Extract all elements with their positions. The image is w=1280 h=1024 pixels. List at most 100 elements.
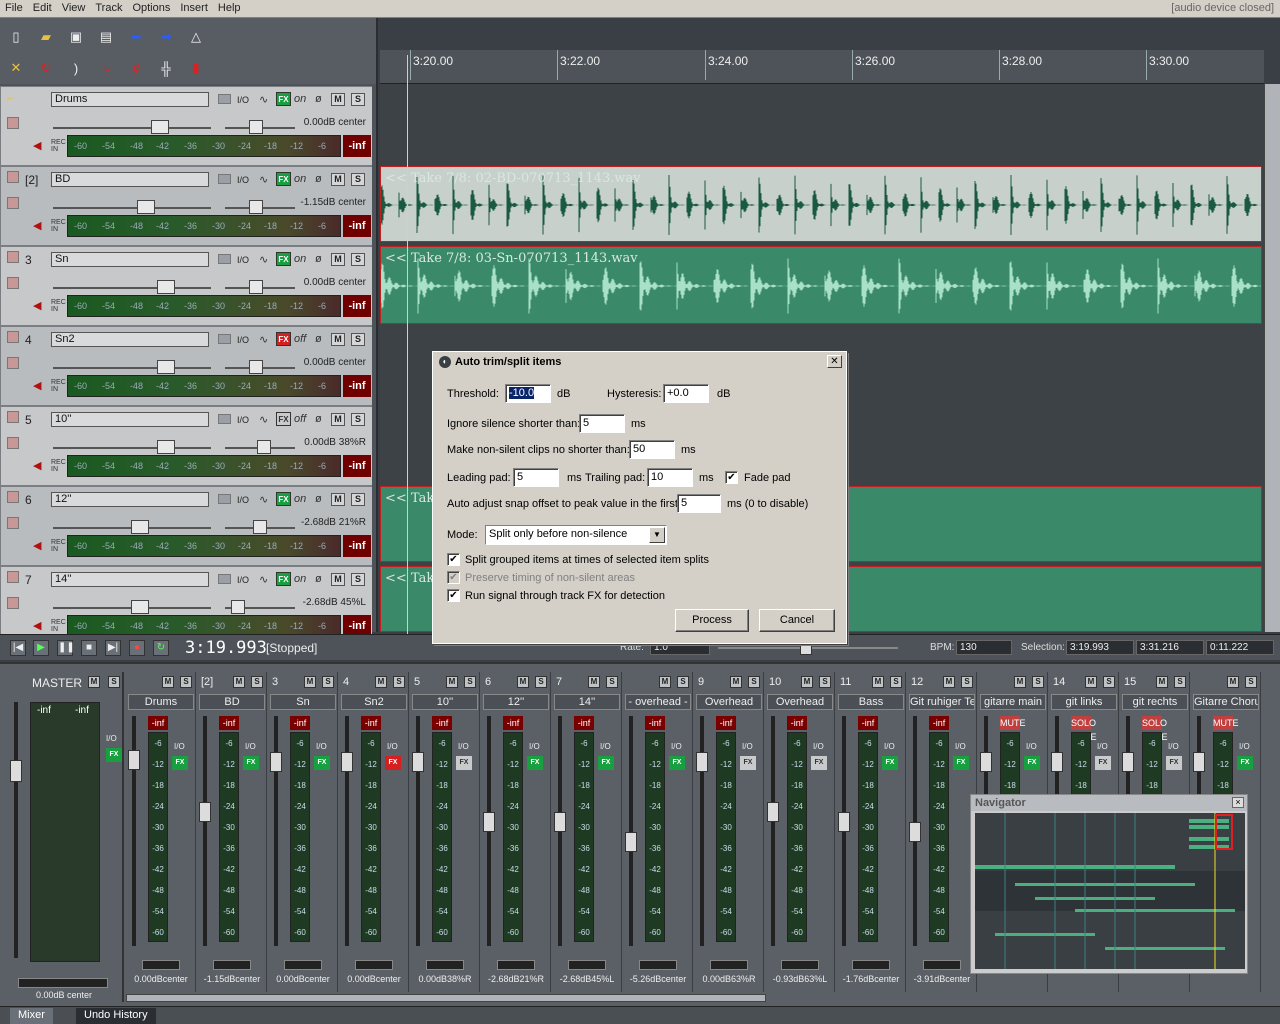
strip-fader-knob[interactable] <box>128 750 140 770</box>
stop-icon[interactable]: ■ <box>81 640 97 656</box>
master-fader-knob[interactable] <box>10 760 22 782</box>
strip-fader-knob[interactable] <box>980 752 992 772</box>
mute-button[interactable]: M <box>331 493 345 506</box>
io-button[interactable]: I/O <box>237 175 249 185</box>
menu-help[interactable]: Help <box>213 0 246 16</box>
strip-name[interactable]: 14'' <box>554 694 620 710</box>
track-name-field[interactable]: Drums <box>51 92 209 107</box>
strip-fader-knob[interactable] <box>838 812 850 832</box>
pan-knob[interactable] <box>249 360 263 374</box>
phase-icon[interactable]: ø <box>315 253 322 265</box>
auto-crossfade-icon[interactable]: ✕ <box>5 57 27 79</box>
envelope-icon[interactable]: ∿ <box>259 333 268 346</box>
record-arm-button[interactable] <box>7 597 19 609</box>
trailing-pad-input[interactable]: 10 <box>647 468 693 487</box>
strip-pan[interactable] <box>355 960 393 970</box>
fx-button[interactable]: FX <box>276 332 291 346</box>
strip-pan[interactable] <box>426 960 464 970</box>
master-io[interactable]: I/O <box>106 734 117 743</box>
speaker-icon[interactable]: ◀ <box>33 539 41 552</box>
mute-button[interactable]: M <box>331 573 345 586</box>
process-button[interactable]: Process <box>675 609 749 632</box>
mute-button[interactable]: M <box>331 413 345 426</box>
strip-mute-button[interactable]: M <box>1085 676 1097 688</box>
pan-knob[interactable] <box>253 520 267 534</box>
phase-icon[interactable]: ø <box>315 493 322 505</box>
strip-fader-knob[interactable] <box>1193 752 1205 772</box>
menu-file[interactable]: File <box>0 0 28 16</box>
nonsilent-input[interactable]: 50 <box>629 440 675 459</box>
fx-button[interactable]: FX <box>276 252 291 266</box>
folder-start-icon[interactable]: ⌐ <box>7 91 19 105</box>
record-arm-button[interactable] <box>7 517 19 529</box>
strip-fx-button[interactable]: FX <box>172 756 188 770</box>
play-icon[interactable]: ▶ <box>33 640 49 656</box>
solo-button[interactable]: S <box>351 333 365 346</box>
strip-fader-knob[interactable] <box>1122 752 1134 772</box>
strip-solo-button[interactable]: S <box>1032 676 1044 688</box>
envelope-icon[interactable]: ∿ <box>259 493 268 506</box>
pause-icon[interactable]: ❚❚ <box>57 640 75 656</box>
strip-solo-button[interactable]: S <box>890 676 902 688</box>
strip-fx-button[interactable]: FX <box>527 756 543 770</box>
ignore-silence-input[interactable]: 5 <box>579 414 625 433</box>
track-name-field[interactable]: BD <box>51 172 209 187</box>
menu-view[interactable]: View <box>57 0 91 16</box>
vertical-scrollbar[interactable] <box>1264 84 1280 632</box>
strip-pan[interactable] <box>142 960 180 970</box>
mode-dropdown[interactable]: Split only before non-silence ▼ <box>485 525 667 545</box>
strip-mute-button[interactable]: M <box>1227 676 1239 688</box>
strip-name[interactable]: Overhead <box>767 694 833 710</box>
master-mute-button[interactable]: M <box>88 676 100 688</box>
record-arm-button[interactable] <box>7 437 19 449</box>
strip-name[interactable]: git links <box>1051 694 1117 710</box>
media-item-sn[interactable]: << Take 7/8: 03-Sn-070713_1143.wav <box>380 246 1262 324</box>
media-item-bd[interactable]: << Take 7/8: 02-BD-070713_1143.wav <box>380 166 1262 242</box>
open-project-icon[interactable]: ▰ <box>35 26 57 48</box>
strip-fx-button[interactable]: FX <box>953 756 969 770</box>
strip-io-button[interactable]: I/O <box>245 742 256 751</box>
strip-fx-button[interactable]: FX <box>882 756 898 770</box>
strip-pan[interactable] <box>213 960 251 970</box>
envelope-icon[interactable]: ∿ <box>259 413 268 426</box>
run-fx-checkbox[interactable]: ✔ <box>447 589 460 602</box>
strip-pan[interactable] <box>284 960 322 970</box>
fx-button[interactable]: FX <box>276 492 291 506</box>
strip-fader-knob[interactable] <box>625 832 637 852</box>
fade-pad-checkbox[interactable]: ✔ <box>725 471 738 484</box>
record-arm-button[interactable] <box>7 197 19 209</box>
snap-offset-input[interactable]: 5 <box>677 494 721 513</box>
record-arm-button[interactable] <box>7 571 19 583</box>
ripple-edit-icon[interactable]: ↻ <box>35 57 57 79</box>
split-grouped-checkbox[interactable]: ✔ <box>447 553 460 566</box>
record-arm-button[interactable] <box>7 331 19 343</box>
volume-slider[interactable] <box>53 287 211 289</box>
strip-name[interactable]: Gitarre Chorus <box>1193 694 1259 710</box>
phase-icon[interactable]: ø <box>315 333 322 345</box>
strip-solo-button[interactable]: S <box>961 676 973 688</box>
strip-mute-button[interactable]: M <box>1156 676 1168 688</box>
menu-edit[interactable]: Edit <box>28 0 57 16</box>
strip-io-button[interactable]: I/O <box>600 742 611 751</box>
track-row[interactable]: 4 Sn2 I/O ∿ FX off ø M S 0.00dB center ◀… <box>0 326 372 406</box>
record-arm-button[interactable] <box>7 277 19 289</box>
strip-mute-button[interactable]: M <box>659 676 671 688</box>
lock-icon[interactable]: ▮ <box>185 57 207 79</box>
io-button[interactable]: I/O <box>237 335 249 345</box>
folder-icon[interactable] <box>218 574 231 584</box>
metronome-icon[interactable]: △ <box>185 26 207 48</box>
strip-name[interactable]: git rechts <box>1122 694 1188 710</box>
strip-name[interactable]: Overhead <box>696 694 762 710</box>
strip-io-button[interactable]: I/O <box>1168 742 1179 751</box>
strip-mute-button[interactable]: M <box>162 676 174 688</box>
track-row[interactable]: 6 12'' I/O ∿ FX on ø M S -2.68dB 21%R ◀ … <box>0 486 372 566</box>
strip-mute-button[interactable]: M <box>588 676 600 688</box>
strip-mute-button[interactable]: M <box>517 676 529 688</box>
strip-io-button[interactable]: I/O <box>1239 742 1250 751</box>
record-arm-button[interactable] <box>7 491 19 503</box>
envelope-icon[interactable]: ∿ <box>259 173 268 186</box>
pan-knob[interactable] <box>249 280 263 294</box>
track-row[interactable]: ⌐ Drums I/O ∿ FX on ø M S 0.00dB center … <box>0 86 372 166</box>
solo-button[interactable]: S <box>351 573 365 586</box>
io-button[interactable]: I/O <box>237 255 249 265</box>
